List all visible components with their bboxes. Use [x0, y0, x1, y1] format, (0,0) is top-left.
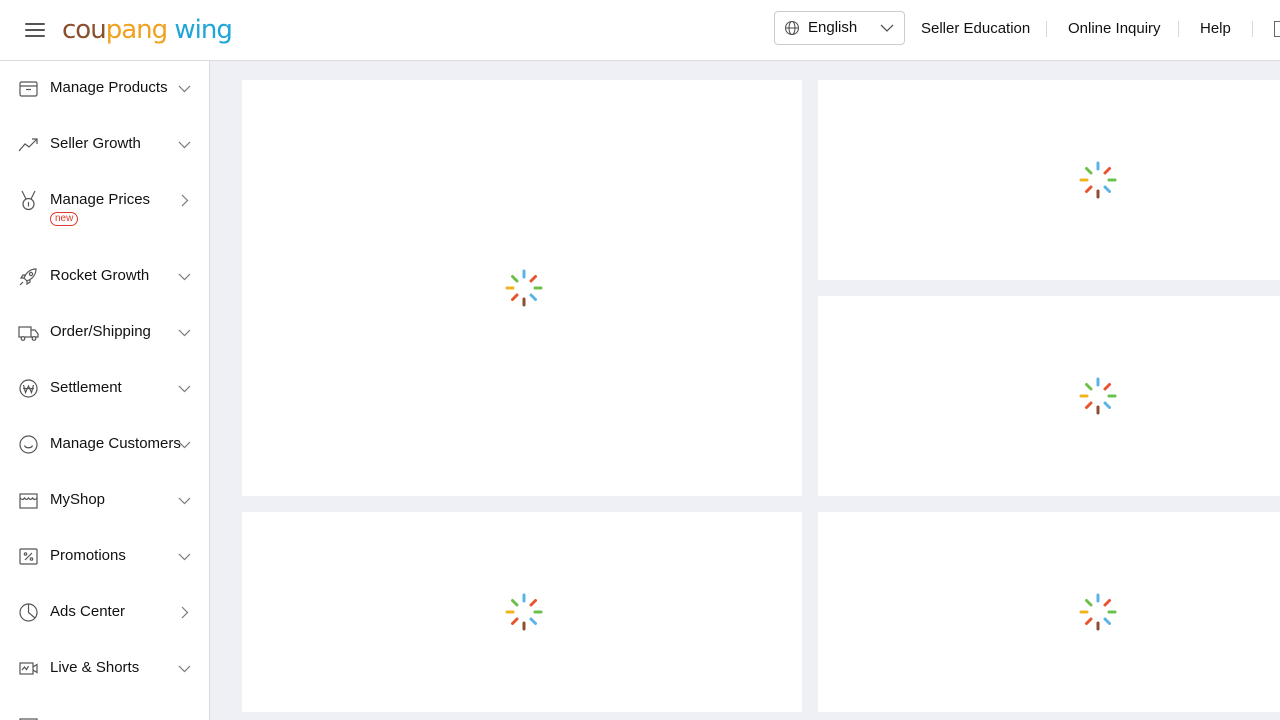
coupang-wing-logo[interactable]: coupang wing: [62, 12, 233, 48]
sidebar-item-label: Live & Shorts: [50, 659, 140, 676]
box-icon: [19, 81, 38, 97]
sidebar-item-settlement[interactable]: Settlement: [0, 378, 209, 418]
storefront-icon: [19, 493, 38, 509]
dashboard-card: [818, 512, 1280, 712]
loading-spinner-icon: [1079, 593, 1117, 631]
hamburger-menu-icon[interactable]: [25, 22, 45, 38]
sidebar-item-seller-growth[interactable]: Seller Growth: [0, 134, 209, 174]
sidebar-item-label: Promotions: [50, 547, 126, 564]
smiley-icon: [19, 435, 38, 454]
discount-icon: [19, 548, 38, 565]
sidebar-item-label: Manage Customers: [50, 435, 181, 452]
chevron-down-icon: [178, 441, 191, 449]
chevron-right-icon: [181, 606, 189, 619]
dashboard-card: [242, 80, 802, 496]
sidebar-item-label: Manage Prices: [50, 191, 151, 208]
sidebar-item-myshop[interactable]: MyShop: [0, 490, 209, 530]
sidebar-item-manage-products[interactable]: Manage Products: [0, 78, 209, 118]
loading-spinner-icon: [1079, 377, 1117, 415]
language-select[interactable]: English: [774, 11, 905, 45]
sidebar-item-promotions[interactable]: Promotions: [0, 546, 209, 586]
chevron-down-icon: [178, 329, 191, 337]
globe-icon: [784, 20, 800, 36]
sidebar-item-label: MyShop: [50, 491, 106, 508]
won-coin-icon: [19, 379, 38, 398]
sidebar-item-label: Ads Center: [50, 603, 126, 620]
sidebar-item-label: Seller Growth: [50, 135, 141, 152]
sidebar: Manage Products Seller Growth Manage Pri…: [0, 61, 210, 720]
top-header: coupang wing English Seller Education On…: [0, 0, 1280, 61]
loading-spinner-icon: [505, 269, 543, 307]
divider: [1252, 21, 1253, 37]
chevron-down-icon: [178, 553, 191, 561]
sidebar-item-order-shipping[interactable]: Order/Shipping: [0, 322, 209, 362]
loading-spinner-icon: [1079, 161, 1117, 199]
sidebar-item-label: Rocket Growth: [50, 267, 150, 284]
pie-chart-icon: [19, 603, 38, 622]
seller-education-link[interactable]: Seller Education: [921, 20, 1030, 37]
chevron-right-icon: [181, 194, 189, 207]
chevron-down-icon: [178, 497, 191, 505]
new-badge: new: [50, 212, 79, 226]
rocket-icon: [19, 268, 37, 286]
sidebar-item-rocket-growth[interactable]: Rocket Growth: [0, 266, 209, 306]
chevron-down-icon: [178, 665, 191, 673]
dashboard-card: [818, 80, 1280, 280]
sidebar-item-manage-prices[interactable]: Manage Prices new: [0, 190, 209, 246]
divider: [1178, 21, 1179, 37]
dashboard-card: [818, 296, 1280, 496]
live-video-icon: [19, 662, 38, 675]
dashboard-card: [242, 512, 802, 712]
help-link[interactable]: Help: [1200, 20, 1231, 37]
divider: [1046, 21, 1047, 37]
sidebar-item-live-shorts[interactable]: Live & Shorts: [0, 658, 209, 698]
trend-up-icon: [18, 138, 38, 152]
sidebar-item-label: Settlement: [50, 379, 122, 396]
chevron-down-icon: [178, 141, 191, 149]
loading-spinner-icon: [505, 593, 543, 631]
chevron-down-icon: [178, 385, 191, 393]
sales-statistics-icon: [19, 718, 38, 720]
sidebar-item-cut-off[interactable]: [0, 714, 209, 720]
chevron-down-icon: [178, 273, 191, 281]
language-label: English: [808, 19, 858, 36]
document-icon[interactable]: [1274, 21, 1280, 37]
sidebar-item-ads-center[interactable]: Ads Center: [0, 602, 209, 642]
truck-icon: [18, 326, 39, 341]
sidebar-item-label: Order/Shipping: [50, 323, 151, 340]
online-inquiry-link[interactable]: Online Inquiry: [1068, 20, 1161, 37]
chevron-down-icon: [178, 85, 191, 93]
sidebar-item-label: Manage Products: [50, 79, 168, 96]
chevron-down-icon: [880, 24, 894, 32]
sidebar-item-manage-customers[interactable]: Manage Customers: [0, 434, 209, 474]
medal-icon: [21, 190, 36, 211]
